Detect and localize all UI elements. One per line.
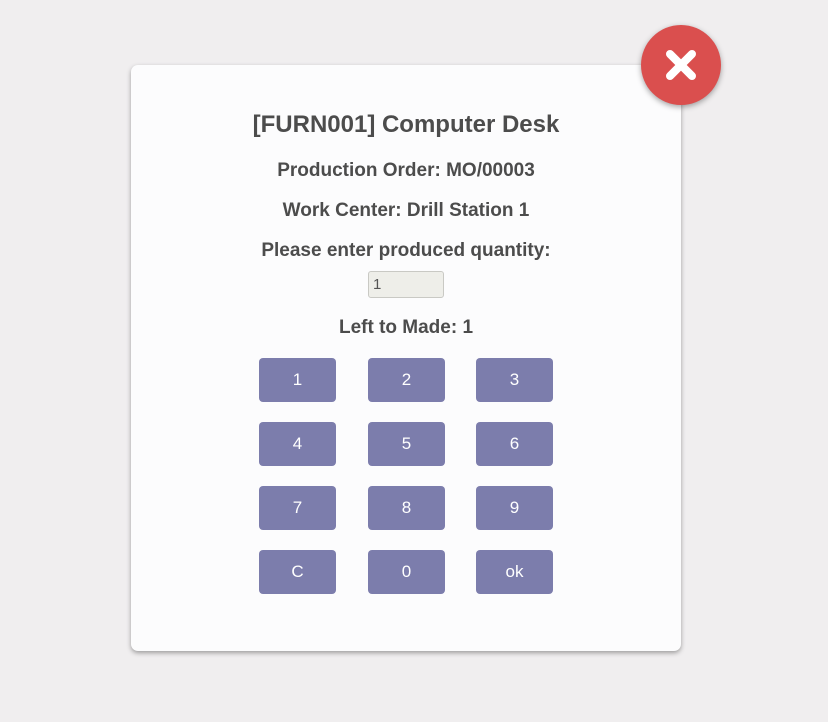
work-center-label: Work Center: Drill Station 1 bbox=[282, 200, 530, 221]
quantity-dialog: [FURN001] Computer Desk Production Order… bbox=[131, 65, 681, 651]
key-8-button[interactable]: 8 bbox=[368, 486, 445, 530]
quantity-prompt: Please enter produced quantity: bbox=[261, 240, 551, 261]
ok-button[interactable]: ok bbox=[476, 550, 553, 594]
quantity-input[interactable] bbox=[368, 271, 444, 298]
close-icon bbox=[666, 50, 696, 80]
production-order-label: Production Order: MO/00003 bbox=[277, 160, 535, 181]
key-4-button[interactable]: 4 bbox=[259, 422, 336, 466]
key-0-button[interactable]: 0 bbox=[368, 550, 445, 594]
key-9-button[interactable]: 9 bbox=[476, 486, 553, 530]
key-2-button[interactable]: 2 bbox=[368, 358, 445, 402]
left-to-make-label: Left to Made: 1 bbox=[338, 317, 474, 338]
close-button[interactable] bbox=[641, 25, 721, 105]
key-1-button[interactable]: 1 bbox=[259, 358, 336, 402]
key-7-button[interactable]: 7 bbox=[259, 486, 336, 530]
screen: [FURN001] Computer Desk Production Order… bbox=[0, 0, 828, 722]
clear-button[interactable]: C bbox=[259, 550, 336, 594]
key-3-button[interactable]: 3 bbox=[476, 358, 553, 402]
key-6-button[interactable]: 6 bbox=[476, 422, 553, 466]
dialog-title: [FURN001] Computer Desk bbox=[252, 111, 560, 138]
key-5-button[interactable]: 5 bbox=[368, 422, 445, 466]
